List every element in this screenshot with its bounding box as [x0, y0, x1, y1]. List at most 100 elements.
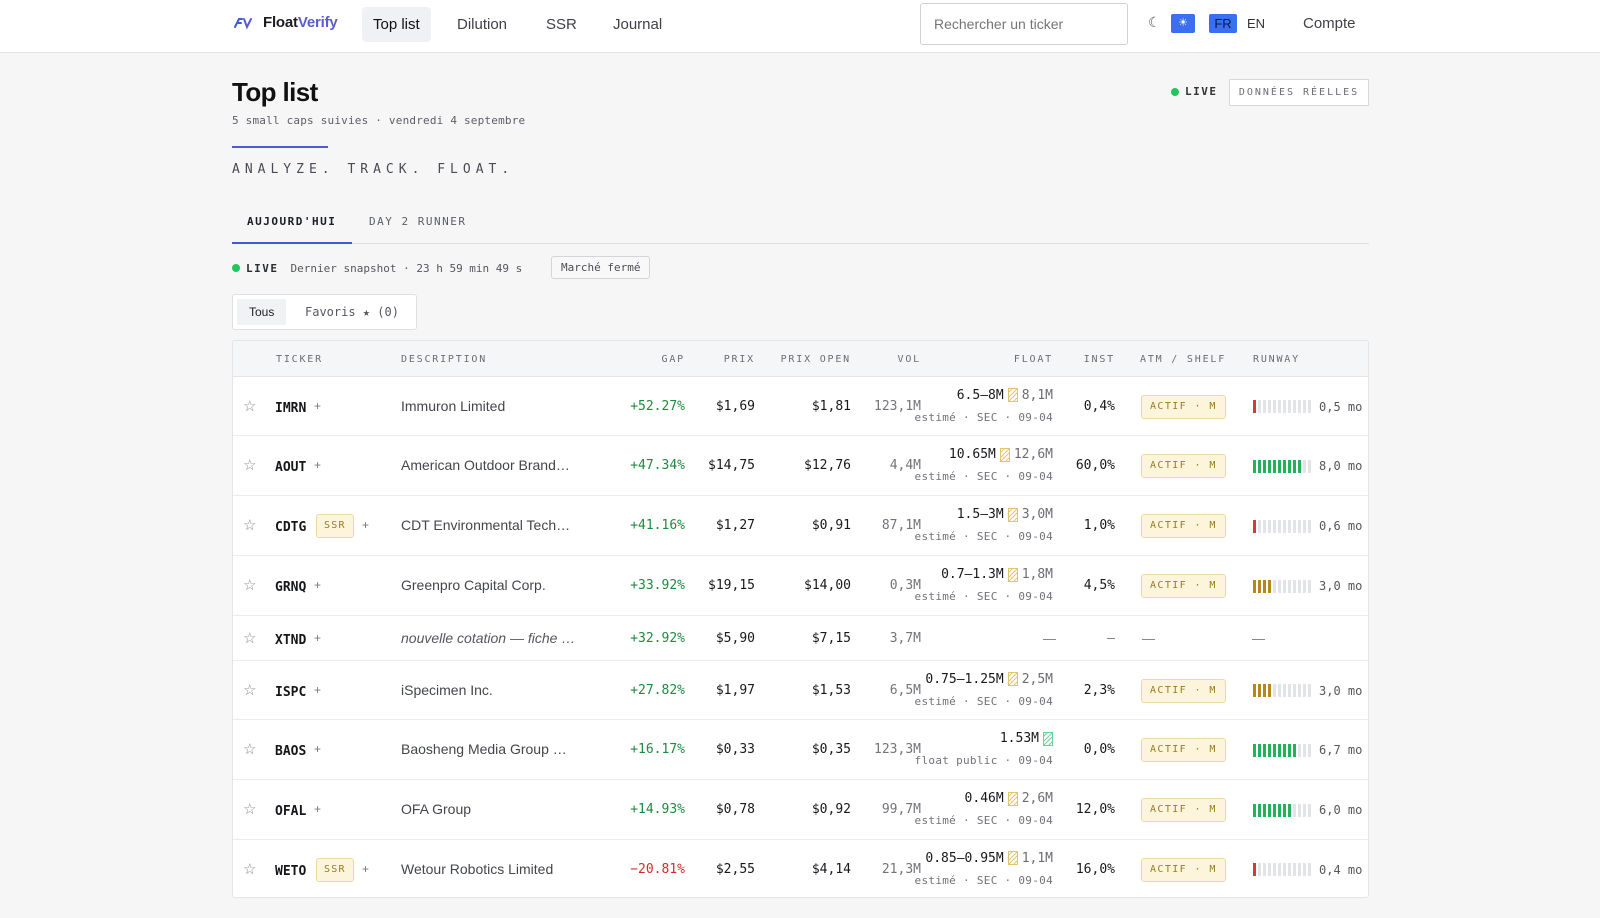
runway-segment	[1253, 519, 1256, 533]
float-range: 10.65M	[948, 447, 996, 462]
float-range: 6.5–8M	[956, 387, 1004, 403]
snapshot-time: Dernier snapshot · 23 h 59 min 49 s	[290, 261, 523, 275]
add-to-watchlist-icon[interactable]: +	[362, 518, 369, 532]
runway-segment	[1278, 684, 1281, 697]
col-volume[interactable]: VOL	[841, 354, 921, 365]
col-open-price[interactable]: PRIX OPEN	[741, 354, 851, 365]
add-to-watchlist-icon[interactable]: +	[314, 802, 321, 816]
ticker-symbol[interactable]: IMRN	[275, 401, 306, 416]
float-source: estimé · SEC · 09-04	[914, 410, 1053, 424]
nav-link-ssr[interactable]: SSR	[535, 7, 588, 42]
table-row[interactable]: ☆ WETO SSR + Wetour Robotics Limited −20.81% $…	[233, 840, 1368, 897]
atm-shelf-badge: ACTIF · M	[1141, 738, 1226, 762]
tabs-divider	[232, 243, 1369, 244]
col-description[interactable]: DESCRIPTION	[401, 354, 487, 365]
favorite-star-icon[interactable]: ☆	[243, 629, 256, 647]
float-value: 0.75–1.25M 2,5M	[833, 672, 1053, 687]
runway-value: 8,0 mo	[1319, 459, 1363, 473]
col-gap[interactable]: GAP	[605, 354, 685, 365]
favorite-star-icon[interactable]: ☆	[243, 456, 256, 474]
col-runway[interactable]: RUNWAY	[1253, 354, 1300, 365]
runway-value: 0,5 mo	[1319, 399, 1363, 414]
add-to-watchlist-icon[interactable]: +	[314, 631, 321, 645]
tab-today[interactable]: AUJOURD'HUI	[247, 215, 336, 228]
col-atm-shelf[interactable]: ATM / SHELF	[1140, 354, 1226, 365]
market-status-badge: Marché fermé	[551, 256, 651, 279]
favorite-star-icon[interactable]: ☆	[243, 740, 256, 758]
runway-segment	[1293, 863, 1296, 876]
runway-segment	[1293, 743, 1296, 757]
moon-icon[interactable]: ☾	[1148, 14, 1161, 31]
float-source: estimé · SEC · 09-04	[914, 873, 1053, 887]
lang-en-button[interactable]: EN	[1243, 14, 1269, 33]
tagline: ANALYZE. TRACK. FLOAT.	[232, 162, 515, 177]
runway-segment	[1258, 519, 1261, 533]
add-to-watchlist-icon[interactable]: +	[314, 458, 321, 472]
lang-fr-button[interactable]: FR	[1209, 14, 1237, 33]
runway-segment	[1253, 579, 1256, 593]
favorite-star-icon[interactable]: ☆	[243, 576, 256, 594]
runway-segment	[1258, 400, 1261, 413]
ticker-symbol[interactable]: WETO	[275, 864, 306, 879]
ticker-symbol[interactable]: CDTG	[275, 520, 306, 535]
inst-value: 1,0%	[1083, 518, 1115, 533]
company-description: CDT Environmental Technology	[401, 517, 576, 533]
table-row[interactable]: ☆ ISPC + iSpecimen Inc. +27.82% $1,97 $1,53 6,5…	[233, 661, 1368, 720]
table-row[interactable]: ☆ IMRN + Immuron Limited +52.27% $1,69 $1,81 12…	[233, 377, 1368, 436]
filter-favorites[interactable]: Favoris ★ (0)	[293, 299, 411, 325]
sun-icon[interactable]: ☀	[1171, 14, 1195, 33]
table-row[interactable]: ☆ AOUT + American Outdoor Brands, Inc. +47.3…	[233, 436, 1368, 496]
col-inst[interactable]: INST	[1033, 354, 1115, 365]
table-row[interactable]: ☆ GRNQ + Greenpro Capital Corp. +33.92% $19,1…	[233, 556, 1368, 616]
runway-bar: 6,0 mo	[1253, 803, 1362, 817]
favorite-star-icon[interactable]: ☆	[243, 860, 256, 878]
active-tab-indicator	[232, 242, 352, 244]
company-description: OFA Group	[401, 801, 472, 817]
price-value: $19,15	[708, 578, 755, 593]
runway-segment	[1293, 684, 1296, 697]
runway-segment	[1308, 459, 1311, 473]
add-to-watchlist-icon[interactable]: +	[314, 399, 321, 413]
table-row[interactable]: ☆BAOS+Baosheng Media Group Holdings+16.1…	[233, 720, 1368, 780]
favorite-star-icon[interactable]: ☆	[243, 397, 256, 415]
nav-link-journal[interactable]: Journal	[602, 7, 673, 42]
runway-value: 0,4 mo	[1319, 862, 1363, 877]
ticker-symbol[interactable]: GRNQ	[275, 580, 306, 595]
favorite-star-icon[interactable]: ☆	[243, 681, 256, 699]
filter-all[interactable]: Tous	[237, 299, 287, 325]
runway-bar: 8,0 mo	[1253, 459, 1362, 473]
table-row[interactable]: ☆CDTGSSR+CDT Environmental Technology+41…	[233, 496, 1368, 556]
runway-segment	[1303, 579, 1306, 593]
runway-segment	[1263, 803, 1266, 817]
table-header: TICKER DESCRIPTION GAP PRIX PRIX OPEN VO…	[233, 341, 1368, 377]
add-to-watchlist-icon[interactable]: +	[314, 683, 321, 697]
add-to-watchlist-icon[interactable]: +	[314, 742, 321, 756]
runway-segment	[1258, 863, 1261, 876]
runway-segment	[1283, 519, 1286, 533]
col-ticker[interactable]: TICKER	[276, 354, 323, 365]
runway-segment	[1273, 803, 1276, 817]
ticker-symbol[interactable]: XTND	[275, 633, 306, 648]
add-to-watchlist-icon[interactable]: +	[314, 578, 321, 592]
nav-link-top-list[interactable]: Top list	[362, 7, 431, 42]
account-link[interactable]: Compte	[1303, 15, 1356, 32]
atm-shelf-badge: ACTIF · M	[1141, 798, 1226, 822]
favorite-star-icon[interactable]: ☆	[243, 800, 256, 818]
ticker-symbol[interactable]: OFAL	[275, 804, 306, 819]
ticker-symbol[interactable]: ISPC	[275, 685, 306, 700]
ticker-symbol[interactable]: AOUT	[275, 460, 306, 475]
tab-day2-runner[interactable]: DAY 2 RUNNER	[369, 215, 466, 228]
brand-logo[interactable]: FloatVerify	[234, 14, 338, 31]
table-row[interactable]: ☆XTND+nouvelle cotation — fiche à venir+…	[233, 616, 1368, 661]
runway-segment	[1288, 743, 1291, 757]
ticker-symbol[interactable]: BAOS	[275, 744, 306, 759]
ticker-search-input[interactable]	[920, 3, 1128, 45]
runway-segment	[1273, 684, 1276, 697]
add-to-watchlist-icon[interactable]: +	[362, 862, 369, 876]
runway-segment	[1303, 863, 1306, 876]
runway-segment	[1288, 803, 1291, 817]
table-row[interactable]: ☆ OFAL + OFA Group +14.93% $0,78 $0,92 99,7M 0.4…	[233, 780, 1368, 840]
favorite-star-icon[interactable]: ☆	[243, 516, 256, 534]
nav-link-dilution[interactable]: Dilution	[446, 7, 518, 42]
runway-segment	[1288, 400, 1291, 413]
